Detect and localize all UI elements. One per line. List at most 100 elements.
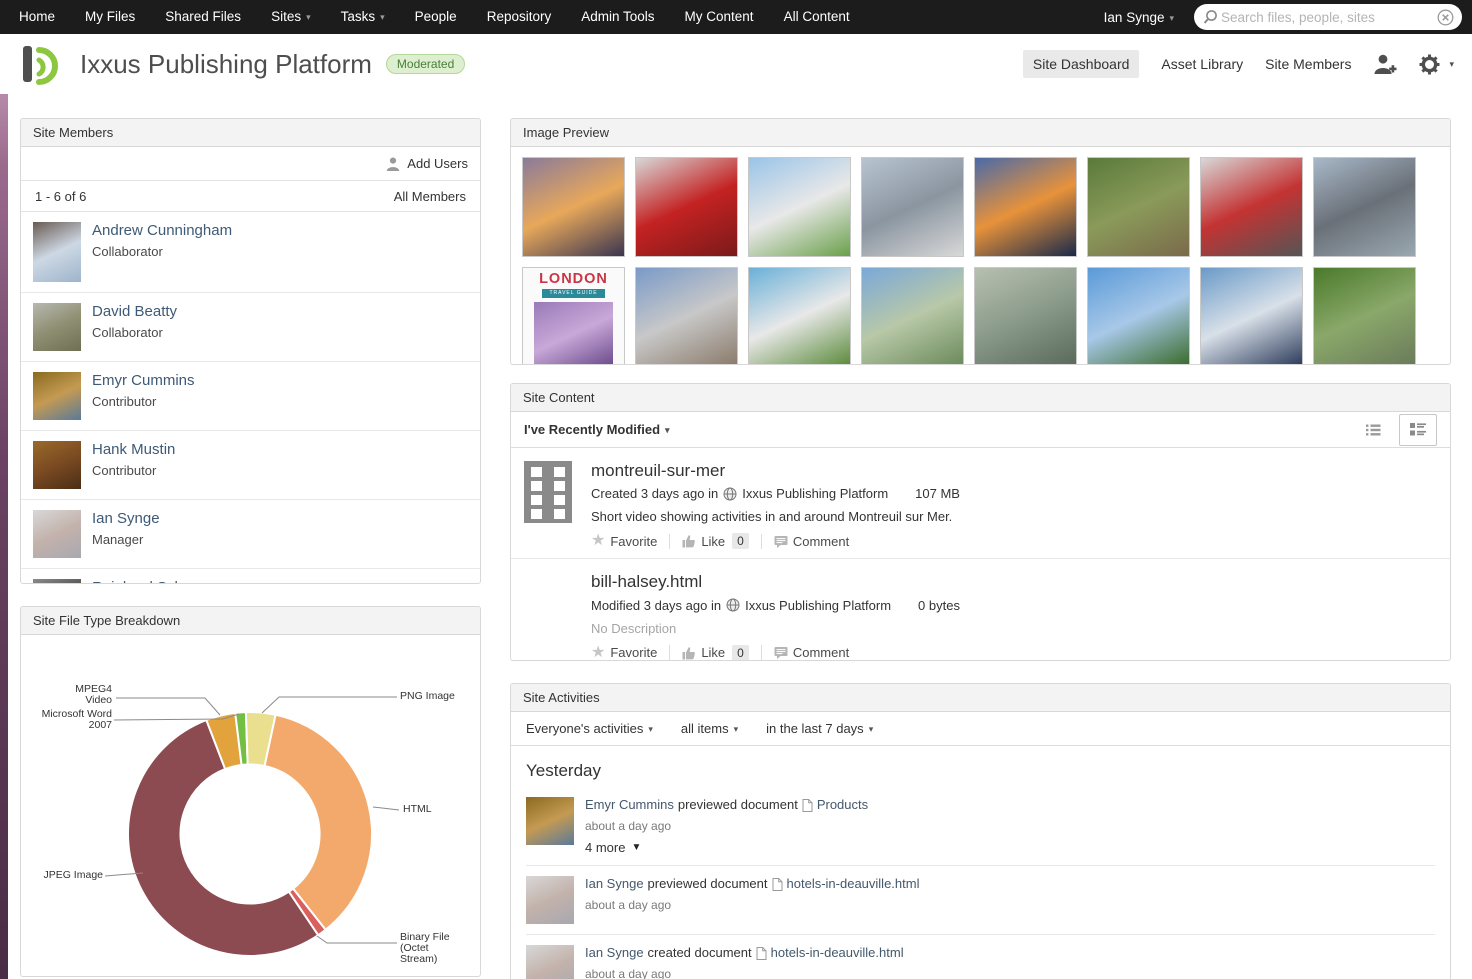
nav-my-files[interactable]: My Files (70, 0, 150, 34)
video-file-icon[interactable] (524, 461, 572, 523)
content-filter-dropdown[interactable]: I've Recently Modified ▾ (524, 422, 670, 437)
thumbnail-dinosaur-statues-park[interactable] (1313, 267, 1416, 364)
thumbnail-city-skyline[interactable] (861, 157, 964, 257)
all-members-link[interactable]: All Members (394, 189, 466, 204)
avatar[interactable] (526, 797, 574, 845)
activity-target-link[interactable]: hotels-in-deauville.html (787, 876, 920, 893)
comment-button[interactable]: Comment (774, 534, 849, 549)
site-members-toolbar: Add Users (21, 147, 480, 181)
settings-menu[interactable]: ▾ (1419, 54, 1454, 75)
nav-sites[interactable]: Sites ▾ (256, 0, 326, 34)
avatar[interactable] (526, 944, 574, 979)
like-button[interactable]: Like (682, 645, 725, 660)
activity-timestamp: about a day ago (585, 897, 672, 912)
thumbnail-london-travel-guide-cover[interactable]: LONDON TRAVEL GUIDE (522, 267, 625, 364)
activity-timestamp: about a day ago (585, 966, 672, 979)
nav-admin-tools[interactable]: Admin Tools (566, 0, 669, 34)
thumbnail-tall-ship-masts[interactable] (1200, 267, 1303, 364)
activities-filter-bar: Everyone's activities ▾ all items ▾ in the… (511, 712, 1450, 746)
member-name-link[interactable]: David Beatty (92, 303, 177, 322)
avatar[interactable] (33, 372, 81, 420)
caret-down-icon: ▾ (665, 425, 670, 435)
activities-type-filter[interactable]: all items ▾ (681, 721, 738, 736)
thumbnail-crocodile-sculpture-pond[interactable] (1087, 157, 1190, 257)
thumbnail-houses-of-parliament-dusk[interactable] (974, 157, 1077, 257)
member-name-link[interactable]: Emyr Cummins (92, 372, 195, 391)
thumbnail-white-sculpture-park[interactable] (748, 157, 851, 257)
comment-button[interactable]: Comment (774, 645, 849, 660)
caret-down-icon: ▾ (868, 724, 874, 734)
thumbnail-red-london-bus[interactable] (1200, 157, 1303, 257)
activity-user-link[interactable]: Emyr Cummins (585, 797, 674, 814)
member-name-link[interactable]: Hank Mustin (92, 441, 175, 460)
activities-date-heading: Yesterday (526, 761, 601, 780)
activity-target-link[interactable]: hotels-in-deauville.html (771, 945, 904, 962)
favorite-button[interactable]: ★ Favorite (591, 644, 657, 660)
like-label: Like (701, 533, 726, 549)
thumbnail-houses-of-parliament-river[interactable] (1313, 157, 1416, 257)
star-icon: ★ (591, 532, 606, 550)
content-item-title-link[interactable]: montreuil-sur-mer (591, 461, 725, 481)
tab-asset-library[interactable]: Asset Library (1161, 56, 1243, 72)
thumbnail-tower-bridge-day[interactable] (635, 267, 738, 364)
add-user-icon[interactable] (1373, 54, 1397, 75)
chart-label-png: PNG Image (400, 690, 455, 702)
divider (760, 533, 762, 549)
nav-home[interactable]: Home (4, 0, 70, 34)
avatar[interactable] (33, 303, 81, 351)
activity-text: Ian Synge created document hotels-in-dea… (585, 945, 904, 962)
member-name-link[interactable]: Ian Synge (92, 510, 160, 529)
tab-site-dashboard[interactable]: Site Dashboard (1022, 50, 1140, 78)
thumbnail-chateau-lake[interactable] (861, 267, 964, 364)
member-name-link[interactable]: Andrew Cunningham (92, 222, 232, 241)
like-count-badge: 0 (732, 644, 749, 660)
nav-repository[interactable]: Repository (472, 0, 567, 34)
user-menu[interactable]: Ian Synge ▾ (1104, 10, 1174, 25)
site-content-panel: Site Content I've Recently Modified ▾ mo… (510, 383, 1451, 661)
thumbnail-crystal-palace-tower[interactable] (1087, 267, 1190, 364)
simple-view-icon[interactable] (1354, 414, 1392, 446)
clear-search-icon[interactable] (1437, 9, 1454, 26)
member-name-link[interactable]: Reinhard Scheer (92, 579, 205, 583)
nav-people[interactable]: People (400, 0, 472, 34)
thumbnail-red-telephone-box[interactable] (635, 157, 738, 257)
activity-user-link[interactable]: Ian Synge (585, 876, 644, 893)
avatar[interactable] (526, 875, 574, 924)
thumbs-up-icon (682, 534, 696, 548)
activity-user-link[interactable]: Ian Synge (585, 945, 644, 962)
view-toggles (1354, 413, 1437, 446)
avatar[interactable] (33, 579, 81, 583)
site-link[interactable]: Ixxus Publishing Platform (745, 598, 891, 613)
activities-range-filter[interactable]: in the last 7 days ▾ (766, 721, 873, 736)
thumbnail-chateau-turrets[interactable] (748, 267, 851, 364)
caret-down-icon: ▾ (733, 724, 739, 734)
search-input[interactable] (1219, 8, 1437, 26)
activity-target-link[interactable]: Products (817, 797, 868, 814)
favorite-button[interactable]: ★ Favorite (591, 533, 657, 549)
member-row: Ian Synge Manager (21, 500, 480, 569)
activities-user-filter[interactable]: Everyone's activities ▾ (526, 721, 653, 736)
activity-row: Ian Synge previewed document hotels-in-d… (526, 866, 1435, 935)
like-button[interactable]: Like (682, 534, 725, 549)
detailed-view-icon[interactable] (1399, 413, 1437, 446)
content-item-meta: Modified 3 days ago in Ixxus Publishing … (591, 598, 1437, 613)
content-item-title-link[interactable]: bill-halsey.html (591, 572, 702, 592)
avatar[interactable] (33, 441, 81, 489)
thumbnail-tower-bridge-sunset[interactable] (522, 157, 625, 257)
nav-all-content[interactable]: All Content (769, 0, 865, 34)
nav-my-content[interactable]: My Content (670, 0, 769, 34)
like-count-badge: 0 (732, 533, 749, 550)
site-nav-links: Site Dashboard Asset Library Site Member… (1022, 50, 1454, 78)
nav-tasks[interactable]: Tasks ▾ (326, 0, 400, 34)
member-role: Contributor (92, 393, 157, 409)
panel-title: Image Preview (511, 119, 1450, 147)
activity-more-toggle[interactable]: 4 more ▼ (585, 840, 868, 855)
nav-shared-files[interactable]: Shared Files (150, 0, 256, 34)
member-row: Andrew Cunningham Collaborator (21, 212, 480, 293)
avatar[interactable] (33, 222, 81, 282)
tab-site-members[interactable]: Site Members (1265, 56, 1351, 72)
add-users-button[interactable]: Add Users (386, 156, 468, 171)
thumbnail-dinosaur-sculpture[interactable] (974, 267, 1077, 364)
site-link[interactable]: Ixxus Publishing Platform (742, 486, 888, 501)
avatar[interactable] (33, 510, 81, 558)
